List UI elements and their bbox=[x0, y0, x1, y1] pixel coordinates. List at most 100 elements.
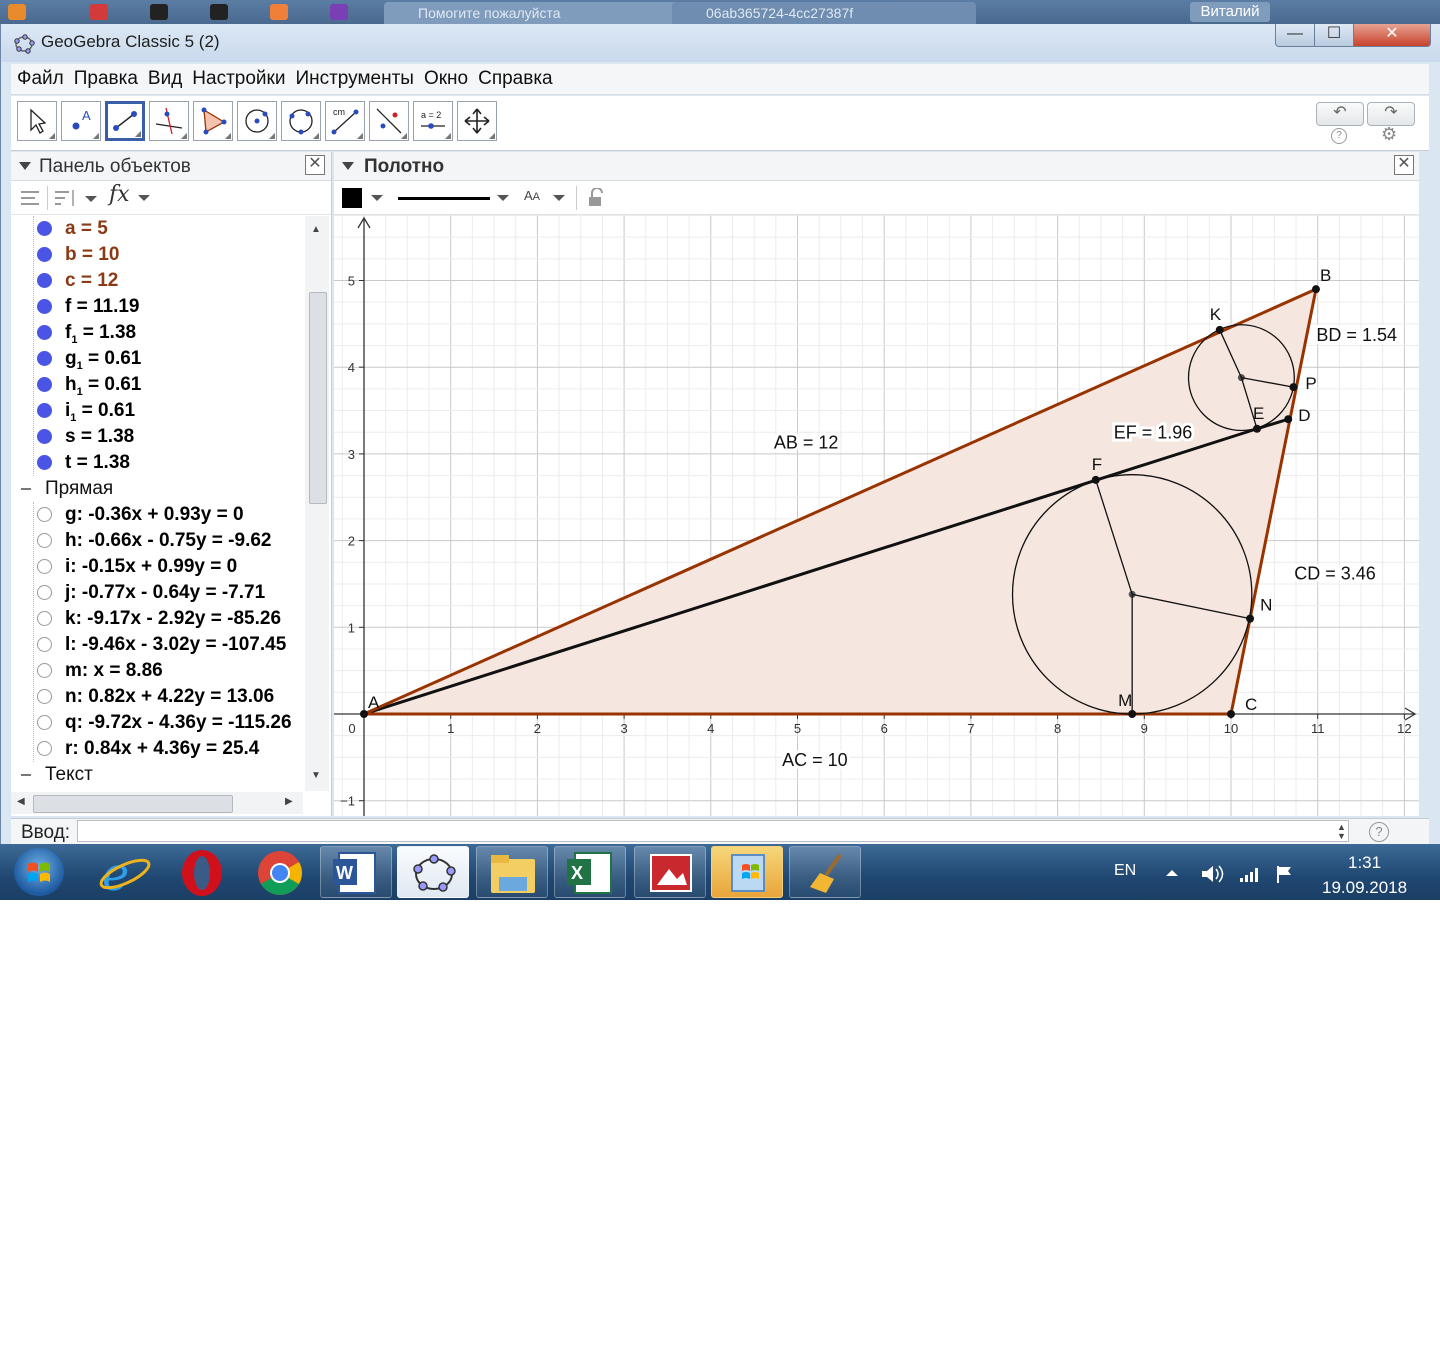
chevron-down-icon[interactable] bbox=[370, 194, 384, 202]
fx-icon[interactable]: fx bbox=[109, 182, 130, 207]
collapse-minus-icon[interactable] bbox=[21, 774, 31, 776]
tray-clock-date[interactable]: 19.09.2018 bbox=[1322, 878, 1407, 898]
help-icon[interactable]: ? bbox=[1331, 128, 1347, 144]
browser-tab-icon[interactable] bbox=[90, 4, 108, 20]
visibility-toggle-icon[interactable] bbox=[37, 221, 52, 236]
scroll-left-arrow-icon[interactable]: ◀ bbox=[17, 796, 25, 807]
taskbar-opera[interactable] bbox=[166, 846, 238, 898]
graphics-canvas[interactable]: 0 1 2 3 4 5 6 7 8 9 10 11 12−112345ABCDEFKPNMAB = 12… bbox=[334, 214, 1419, 816]
algebra-row-line[interactable]: g: -0.36x + 0.93y = 0 bbox=[11, 502, 303, 528]
point-k[interactable] bbox=[1215, 325, 1224, 334]
point-b[interactable] bbox=[1311, 285, 1320, 294]
input-field[interactable] bbox=[77, 820, 1349, 842]
collapse-triangle-icon[interactable] bbox=[342, 162, 354, 170]
close-window-button[interactable]: ✕ bbox=[1353, 24, 1431, 47]
visibility-toggle-icon[interactable] bbox=[37, 585, 52, 600]
line-style-icon[interactable] bbox=[398, 197, 490, 200]
visibility-toggle-icon[interactable] bbox=[37, 637, 52, 652]
visibility-toggle-icon[interactable] bbox=[37, 663, 52, 678]
slider-tool-button[interactable]: a = 2 ◢ bbox=[413, 101, 453, 141]
browser-tab[interactable]: 06ab365724-4cc27387f bbox=[672, 2, 976, 24]
taskbar-cleaner[interactable] bbox=[789, 846, 861, 898]
move-graphics-tool-button[interactable]: ◢ bbox=[457, 101, 497, 141]
text-size-icon[interactable]: AA bbox=[524, 188, 540, 203]
algebra-row[interactable]: b = 10 bbox=[11, 242, 303, 268]
menu-window[interactable]: Окно bbox=[424, 64, 468, 94]
visibility-toggle-icon[interactable] bbox=[37, 741, 52, 756]
segment-tool-button[interactable]: ◢ bbox=[105, 101, 145, 141]
category-lines[interactable]: Прямая bbox=[11, 476, 303, 502]
taskbar-windows-update[interactable] bbox=[711, 846, 783, 898]
browser-tab-icon[interactable] bbox=[330, 4, 348, 20]
auxiliary-objects-icon[interactable] bbox=[19, 188, 43, 208]
action-center-flag-icon[interactable] bbox=[1277, 866, 1291, 883]
point-c[interactable] bbox=[1227, 710, 1235, 718]
point-m[interactable] bbox=[1128, 710, 1137, 718]
point-n[interactable] bbox=[1246, 614, 1255, 623]
browser-tab-icon[interactable] bbox=[210, 4, 228, 20]
browser-tab-active[interactable]: Помогите пожалуйста bbox=[384, 2, 694, 24]
visibility-toggle-icon[interactable] bbox=[37, 559, 52, 574]
visibility-toggle-icon[interactable] bbox=[37, 377, 52, 392]
taskbar-geogebra[interactable] bbox=[397, 846, 469, 898]
algebra-row-line[interactable]: h: -0.66x - 0.75y = -9.62 bbox=[11, 528, 303, 554]
algebra-scroll-thumb[interactable] bbox=[309, 292, 327, 504]
minimize-button[interactable]: — bbox=[1275, 24, 1315, 47]
menu-file[interactable]: Файл bbox=[17, 64, 64, 94]
gear-icon[interactable]: ⚙ bbox=[1381, 124, 1397, 145]
algebra-row[interactable]: f = 11.19 bbox=[11, 294, 303, 320]
close-graphics-view-button[interactable]: ✕ bbox=[1394, 155, 1414, 175]
color-swatch[interactable] bbox=[342, 188, 362, 208]
visibility-toggle-icon[interactable] bbox=[37, 689, 52, 704]
algebra-row-line[interactable]: i: -0.15x + 0.99y = 0 bbox=[11, 554, 303, 580]
point-d[interactable] bbox=[1284, 415, 1293, 424]
algebra-row[interactable]: a = 5 bbox=[11, 216, 303, 242]
point-e[interactable] bbox=[1253, 424, 1262, 433]
show-hidden-icons-icon[interactable] bbox=[1166, 870, 1178, 876]
algebra-row[interactable]: c = 12 bbox=[11, 268, 303, 294]
maximize-button[interactable]: ☐ bbox=[1314, 24, 1354, 47]
perpendicular-line-tool-button[interactable]: ◢ bbox=[149, 101, 189, 141]
algebra-row-line[interactable]: q: -9.72x - 4.36y = -115.26 bbox=[11, 710, 303, 736]
category-text[interactable]: Текст bbox=[11, 762, 303, 788]
taskbar-chrome[interactable] bbox=[244, 846, 316, 898]
taskbar-excel[interactable]: X bbox=[554, 846, 626, 898]
scroll-right-arrow-icon[interactable]: ▶ bbox=[285, 796, 293, 807]
taskbar-file-explorer[interactable] bbox=[476, 846, 548, 898]
algebra-row-line[interactable]: n: 0.82x + 4.22y = 13.06 bbox=[11, 684, 303, 710]
algebra-row-line[interactable]: k: -9.17x - 2.92y = -85.26 bbox=[11, 606, 303, 632]
user-profile-badge[interactable]: Виталий bbox=[1190, 2, 1270, 22]
algebra-row[interactable]: s = 1.38 bbox=[11, 424, 303, 450]
volume-icon[interactable] bbox=[1202, 865, 1224, 883]
distance-tool-button[interactable]: cm ◢ bbox=[325, 101, 365, 141]
network-icon[interactable] bbox=[1240, 868, 1258, 882]
taskbar-word[interactable]: W bbox=[320, 846, 392, 898]
algebra-row-line[interactable]: r: 0.84x + 4.36y = 25.4 bbox=[11, 736, 303, 762]
visibility-toggle-icon[interactable] bbox=[37, 507, 52, 522]
visibility-toggle-icon[interactable] bbox=[37, 351, 52, 366]
circle-center-point-tool-button[interactable]: ◢ bbox=[237, 101, 277, 141]
start-button[interactable] bbox=[14, 848, 64, 896]
visibility-toggle-icon[interactable] bbox=[37, 429, 52, 444]
algebra-row[interactable]: f1 = 1.38 bbox=[11, 320, 303, 346]
tray-clock-time[interactable]: 1:31 bbox=[1348, 853, 1381, 873]
visibility-toggle-icon[interactable] bbox=[37, 325, 52, 340]
algebra-row[interactable]: h1 = 0.61 bbox=[11, 372, 303, 398]
sort-objects-icon[interactable] bbox=[53, 188, 101, 208]
chevron-down-icon[interactable] bbox=[137, 194, 151, 202]
algebra-horizontal-scrollbar[interactable]: ◀ ▶ bbox=[11, 792, 303, 814]
scroll-down-arrow-icon[interactable]: ▼ bbox=[311, 770, 321, 781]
algebra-row[interactable]: i1 = 0.61 bbox=[11, 398, 303, 424]
algebra-hscroll-thumb[interactable] bbox=[33, 795, 233, 813]
point-tool-button[interactable]: A ◢ bbox=[61, 101, 101, 141]
point-f[interactable] bbox=[1091, 475, 1100, 484]
visibility-toggle-icon[interactable] bbox=[37, 273, 52, 288]
algebra-row-line[interactable]: j: -0.77x - 0.64y = -7.71 bbox=[11, 580, 303, 606]
visibility-toggle-icon[interactable] bbox=[37, 455, 52, 470]
point-p[interactable] bbox=[1289, 383, 1298, 392]
menu-settings[interactable]: Настройки bbox=[192, 64, 285, 94]
visibility-toggle-icon[interactable] bbox=[37, 715, 52, 730]
collapse-triangle-icon[interactable] bbox=[19, 162, 31, 170]
visibility-toggle-icon[interactable] bbox=[37, 533, 52, 548]
visibility-toggle-icon[interactable] bbox=[37, 247, 52, 262]
